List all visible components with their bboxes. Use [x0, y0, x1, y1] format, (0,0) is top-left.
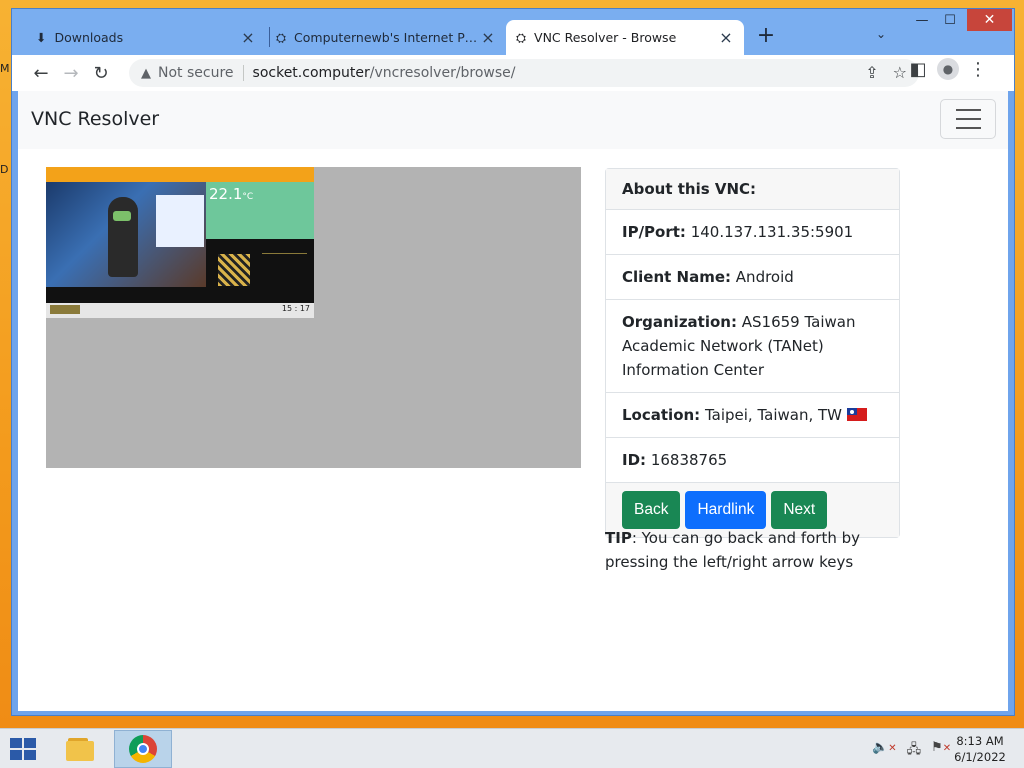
download-icon: ⬇	[36, 30, 47, 45]
info-row-client-name: Client Name: Android	[606, 255, 899, 300]
temperature-value: 22.1	[209, 185, 243, 203]
hardlink-button[interactable]: Hardlink	[685, 491, 767, 529]
hamburger-line	[955, 109, 981, 111]
thumb-ticker	[50, 305, 80, 314]
maximize-button[interactable]: ☐	[937, 9, 963, 31]
chrome-taskbar-button[interactable]	[114, 730, 172, 768]
tab-internet-pub-hub[interactable]: ⛭ Computernewb's Internet Pub Hub ×	[266, 20, 506, 55]
forward-arrow-icon[interactable]: →	[56, 58, 86, 88]
thumb-qr-code	[218, 254, 250, 286]
tip-body: : You can go back and forth by pressing …	[605, 529, 861, 571]
hamburger-line	[955, 118, 981, 120]
tab-downloads[interactable]: ⬇ Downloads ×	[26, 20, 266, 55]
tab-title: Downloads	[54, 30, 124, 45]
taskbar-clock[interactable]: 8:13 AM 6/1/2022	[948, 733, 1012, 765]
system-tray: 🔈✕ 🖧 ⚑✕	[872, 740, 951, 762]
vnc-screenshot-frame: 22.1°C 15 : 17	[46, 167, 581, 468]
site-favicon-icon: ⛭	[276, 29, 287, 45]
tip-text: TIP: You can go back and forth by pressi…	[605, 526, 900, 574]
clock-date: 6/1/2022	[954, 750, 1006, 764]
tab-strip: ⬇ Downloads × ⛭ Computernewb's Internet …	[12, 9, 1014, 55]
hamburger-menu-button[interactable]	[940, 99, 996, 139]
url-host[interactable]: socket.computer	[253, 65, 370, 81]
menu-kebab-icon[interactable]: ⋮	[967, 59, 989, 80]
thumb-mask	[113, 211, 131, 221]
bookmark-star-icon[interactable]: ☆	[893, 63, 907, 82]
tab-search-chevron-icon[interactable]: ⌄	[876, 27, 886, 41]
chrome-icon	[129, 735, 157, 763]
tab-close-icon[interactable]: ×	[718, 28, 734, 47]
minimize-button[interactable]: —	[909, 9, 935, 31]
thumb-text-block	[262, 253, 307, 291]
volume-muted-icon[interactable]: 🔈✕	[872, 740, 897, 762]
tab-vnc-resolver[interactable]: ⛭ VNC Resolver - Browse ×	[506, 20, 744, 55]
vnc-info-card: About this VNC: IP/Port: 140.137.131.35:…	[605, 168, 900, 538]
next-button[interactable]: Next	[771, 491, 828, 529]
browser-window: ⬇ Downloads × ⛭ Computernewb's Internet …	[11, 8, 1015, 716]
info-label: Organization:	[622, 313, 737, 331]
info-row-location: Location: Taipei, Taiwan, TW	[606, 393, 899, 438]
thumb-slide	[156, 195, 204, 247]
tab-close-icon[interactable]: ×	[240, 28, 256, 47]
share-icon[interactable]: ⇪	[865, 63, 878, 82]
back-button[interactable]: Back	[622, 491, 681, 529]
file-explorer-icon[interactable]	[64, 735, 96, 763]
info-label: IP/Port:	[622, 223, 686, 241]
address-bar[interactable]: ▲ Not secure socket.computer/vncresolver…	[129, 59, 919, 87]
side-panel-icon[interactable]: ◧	[907, 59, 929, 80]
url-path[interactable]: /vncresolver/browse/	[370, 65, 516, 81]
close-window-button[interactable]: ✕	[967, 9, 1012, 31]
hamburger-line	[955, 127, 981, 129]
navbar: VNC Resolver	[18, 91, 1008, 149]
thumb-bottom-strip	[46, 303, 314, 318]
desktop-icon-label-fragment: D	[0, 163, 9, 176]
taskbar: 🔈✕ 🖧 ⚑✕ 8:13 AM 6/1/2022	[0, 728, 1024, 768]
info-value: Android	[735, 268, 794, 286]
tab-title: Computernewb's Internet Pub Hub	[294, 30, 480, 45]
info-row-ip-port: IP/Port: 140.137.131.35:5901	[606, 210, 899, 255]
profile-avatar-icon[interactable]: ●	[937, 58, 959, 80]
info-value: 16838765	[650, 451, 728, 469]
temperature-unit: °C	[242, 192, 254, 202]
tab-title: VNC Resolver - Browse	[534, 30, 677, 45]
brand-title[interactable]: VNC Resolver	[31, 108, 159, 130]
new-tab-button[interactable]: +	[754, 23, 778, 48]
clock-time: 8:13 AM	[956, 734, 1004, 748]
tip-label: TIP	[605, 529, 632, 547]
back-arrow-icon[interactable]: ←	[26, 58, 56, 88]
warning-triangle-icon[interactable]: ▲	[141, 66, 151, 81]
vnc-screenshot-image: 22.1°C 15 : 17	[46, 167, 314, 318]
thumb-person	[108, 197, 138, 277]
taiwan-flag-icon	[846, 408, 867, 421]
thumb-header-bar	[46, 167, 314, 182]
web-page: VNC Resolver 22.1°C 15 : 17 About this V…	[18, 91, 1008, 711]
thumb-clock: 15 : 17	[281, 304, 310, 313]
info-label: ID:	[622, 451, 647, 469]
reload-icon[interactable]: ↻	[86, 58, 116, 88]
info-value: Taipei, Taiwan, TW	[704, 406, 842, 424]
omnibox-divider	[242, 65, 244, 81]
info-row-organization: Organization: AS1659 Taiwan Academic Net…	[606, 300, 899, 393]
desktop-icon-label-fragment: M	[0, 62, 10, 75]
windows-start-icon[interactable]	[10, 738, 37, 760]
site-favicon-icon: ⛭	[516, 29, 527, 45]
tab-close-icon[interactable]: ×	[480, 28, 496, 47]
info-value: 140.137.131.35:5901	[690, 223, 854, 241]
browser-toolbar: ← → ↻ ▲ Not secure socket.computer/vncre…	[12, 55, 1014, 91]
card-header: About this VNC:	[606, 169, 899, 210]
info-label: Location:	[622, 406, 701, 424]
network-icon[interactable]: 🖧	[907, 740, 922, 762]
info-label: Client Name:	[622, 268, 732, 286]
thumb-temperature: 22.1°C	[209, 185, 253, 203]
info-row-id: ID: 16838765	[606, 438, 899, 483]
security-status[interactable]: Not secure	[158, 65, 234, 81]
